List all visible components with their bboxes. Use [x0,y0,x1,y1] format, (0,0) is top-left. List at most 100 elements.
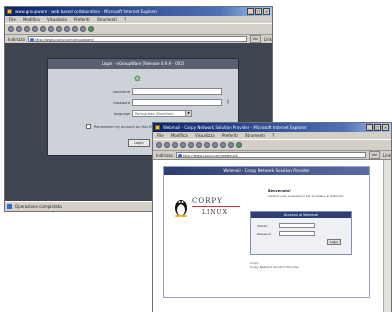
search-icon[interactable] [48,26,54,32]
footer: Corpy Corpy Network Solution Provider [250,261,340,269]
logo-divider [192,206,240,207]
messenger-icon[interactable] [88,26,94,32]
favorites-icon[interactable] [204,142,210,148]
forward-icon[interactable] [164,142,170,148]
password-input[interactable] [279,231,315,236]
remember-label: Remember my account on this PC [94,125,154,129]
webmail-header: Webmail - Corpy Network Solution Provide… [164,167,369,175]
address-label: Indirizzo [8,36,25,42]
login-button[interactable]: Login [327,239,341,245]
password-label: password [113,101,130,105]
ie-icon [7,9,12,14]
page-content: Webmail - Corpy Network Solution Provide… [153,159,391,312]
menu-item-modifica[interactable]: Modifica [171,133,188,138]
login-button[interactable]: Login [128,139,150,147]
language-row: language Portuguese (Brazilian) ▼ [48,110,238,118]
title-bar: Webmail - Corpy Network Solution Provide… [153,123,391,132]
menu-item-preferiti[interactable]: Preferiti [222,133,238,138]
title-bar: www.groupware - web based collaboration … [5,7,272,16]
close-button[interactable]: × [382,124,389,131]
address-bar: Indirizzo http://www.corpy.com/webmail/ … [153,151,391,159]
page-icon [29,38,34,41]
back-icon[interactable] [156,142,162,148]
user-input[interactable] [279,223,315,228]
remember-checkbox[interactable] [86,124,91,129]
address-input[interactable]: http://www.corpy.com/groupware/ [27,36,247,42]
minimize-button[interactable]: _ [247,8,254,15]
menu-item-preferiti[interactable]: Preferiti [74,17,90,22]
address-label: Indirizzo [156,152,173,158]
language-select[interactable]: Portuguese (Brazilian) ▼ [132,110,192,117]
forward-icon[interactable] [16,26,22,32]
maximize-button[interactable]: □ [255,8,262,15]
logo-text-top: CORPY [192,197,223,205]
menu-item-visualizza[interactable]: Visualizza [195,133,215,138]
language-label: language [113,112,130,116]
language-value: Portuguese (Brazilian) [135,112,174,116]
address-input[interactable]: http://www.corpy.com/webmail/ [175,152,366,158]
go-button[interactable]: Vai [368,151,380,159]
messenger-icon[interactable] [236,142,242,148]
mail-icon[interactable] [220,142,226,148]
window-title: Webmail - Corpy Network Solution Provide… [163,125,307,130]
menu-item-file[interactable]: File [157,133,164,138]
username-row: username [48,88,238,96]
done-icon [7,204,12,209]
menu-item-visualizza[interactable]: Visualizza [47,17,67,22]
password-row: Password [251,231,351,237]
address-value: http://www.corpy.com/groupware/ [34,38,94,42]
password-input[interactable] [132,99,222,106]
status-text: Operazione completata [15,204,62,209]
access-box: Accesso ai Webmail Utente Password Login [250,211,352,255]
menu-bar: File Modifica Visualizza Preferiti Strum… [153,132,391,139]
tux-penguin-icon [175,200,187,217]
home-icon[interactable] [40,26,46,32]
footer-line-2: Corpy Network Solution Provider [250,265,299,269]
history-icon[interactable] [212,142,218,148]
access-header: Accesso ai Webmail [251,212,351,218]
user-label: Utente [257,224,268,228]
window-title: www.groupware - web based collaboration … [15,9,158,14]
print-icon[interactable] [80,26,86,32]
username-input[interactable] [132,88,222,95]
favorites-icon[interactable] [56,26,62,32]
menu-item-strumenti[interactable]: Strumenti [97,17,117,22]
password-row: password ⚷ [48,99,238,107]
browser-window-webmail: Webmail - Corpy Network Solution Provide… [152,122,392,312]
webmail-panel: Webmail - Corpy Network Solution Provide… [163,166,370,298]
toolbar [153,139,391,151]
menu-item-help[interactable]: ? [272,133,274,138]
username-label: username [112,90,131,94]
back-icon[interactable] [8,26,14,32]
stop-icon[interactable] [24,26,30,32]
menu-item-file[interactable]: File [9,17,16,22]
menu-item-modifica[interactable]: Modifica [23,17,40,22]
user-row: Utente [251,223,351,229]
go-button[interactable]: Vai [249,35,261,43]
vertical-scrollbar[interactable] [383,160,391,312]
history-icon[interactable] [64,26,70,32]
address-bar: Indirizzo http://www.corpy.com/groupware… [5,35,272,43]
login-header: Login - eGroupWare [Release 0.9.9 - 002] [48,59,238,69]
toolbar [5,23,272,35]
close-button[interactable]: × [263,8,270,15]
menu-item-help[interactable]: ? [124,17,126,22]
menu-item-strumenti[interactable]: Strumenti [245,133,265,138]
minimize-button[interactable]: _ [366,124,373,131]
links-label[interactable]: Link [264,37,272,42]
welcome-text: Inserire user e password per accedere al… [268,194,344,198]
search-icon[interactable] [196,142,202,148]
password-label: Password [257,232,272,236]
stop-icon[interactable] [172,142,178,148]
corpy-logo: CORPY LINUX [174,195,244,225]
mail-icon[interactable] [72,26,78,32]
links-label[interactable]: Link [383,153,391,158]
refresh-icon[interactable] [180,142,186,148]
home-icon[interactable] [188,142,194,148]
welcome-title: Benvenuto! [268,189,291,193]
refresh-icon[interactable] [32,26,38,32]
print-icon[interactable] [228,142,234,148]
maximize-button[interactable]: □ [374,124,381,131]
chevron-down-icon[interactable]: ▼ [185,111,191,116]
address-value: http://www.corpy.com/webmail/ [182,154,238,158]
